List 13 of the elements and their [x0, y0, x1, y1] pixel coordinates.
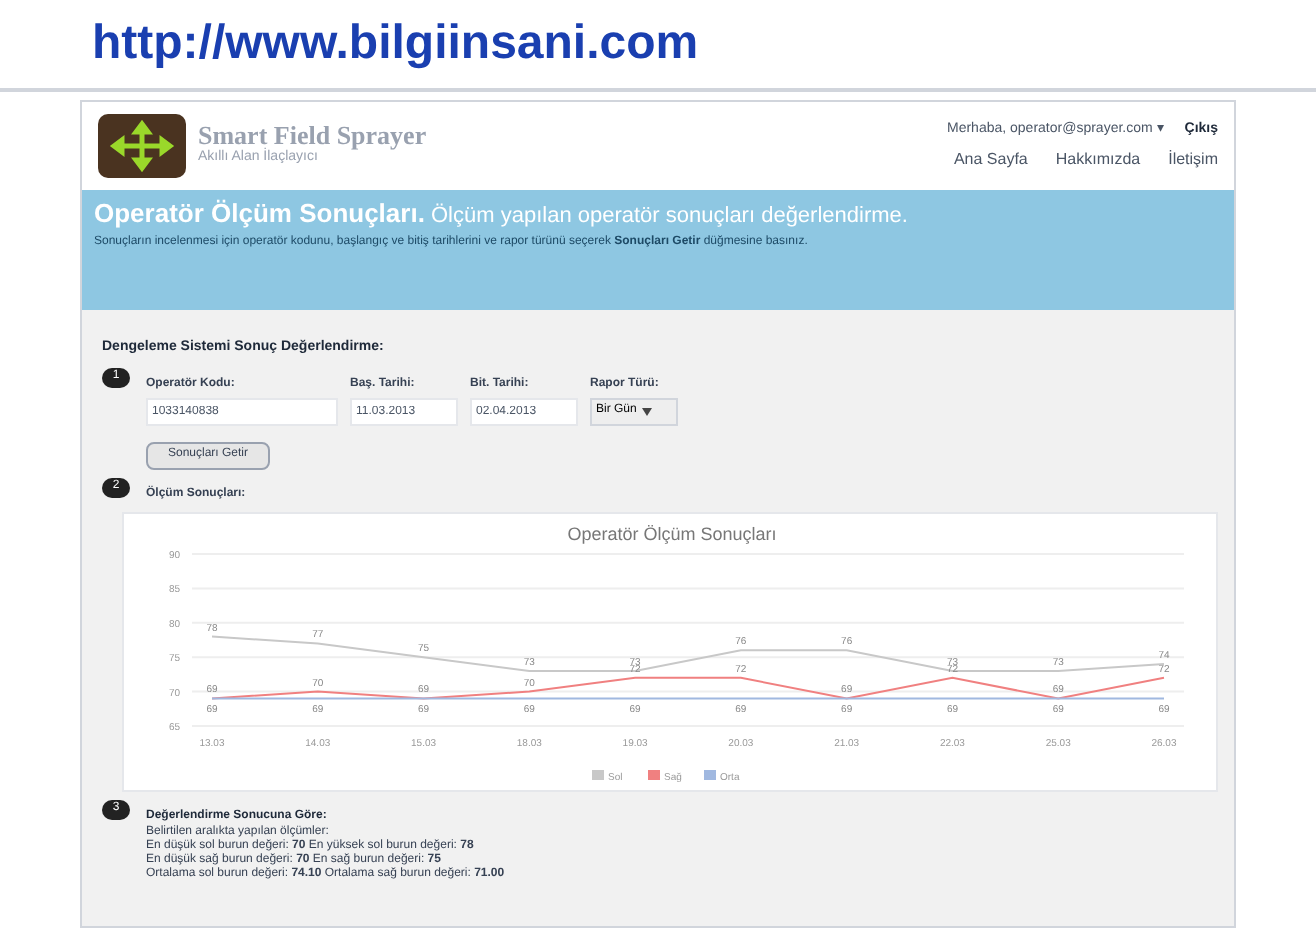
caret-icon: [642, 407, 653, 415]
chart-title: Operatör Ölçüm Sonuçları: [567, 523, 777, 543]
legend-swatch: [592, 769, 604, 779]
site-url: http://www.bilgiinsani.com: [92, 14, 699, 74]
legend-swatch: [648, 769, 660, 779]
site-title: Smart Field Sprayer: [198, 122, 427, 149]
banner-title: Operatör Ölçüm Sonuçları.: [94, 198, 425, 228]
nav-link[interactable]: Hakkımızda: [1055, 147, 1141, 172]
crossed-arrows-logo-icon: [98, 114, 186, 178]
banner-subtitle: Ölçüm yapılan operatör sonuçları değerlendirme.: [431, 204, 908, 228]
legend-swatch: [704, 769, 716, 779]
nav-link[interactable]: İletişim: [1168, 147, 1218, 172]
nav-link[interactable]: Ana Sayfa: [953, 147, 1028, 172]
